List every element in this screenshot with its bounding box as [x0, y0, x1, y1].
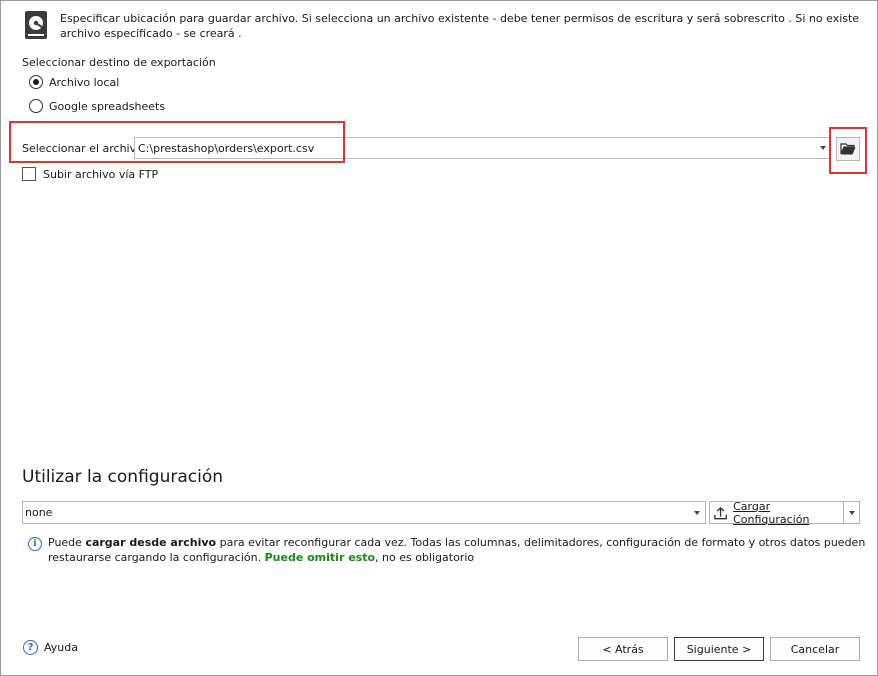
- config-title: Utilizar la configuración: [22, 467, 224, 487]
- load-config-main[interactable]: Cargar Configuración: [710, 499, 843, 526]
- highlight-file-field: [9, 121, 345, 163]
- help-link[interactable]: ? Ayuda: [23, 640, 78, 655]
- cancel-button[interactable]: Cancelar: [770, 637, 860, 661]
- config-info-text: Puede cargar desde archivo para evitar r…: [48, 535, 868, 565]
- radio-local-file[interactable]: Archivo local: [29, 73, 119, 91]
- info-text-part1: Puede: [48, 536, 86, 549]
- help-icon[interactable]: ?: [23, 640, 38, 655]
- highlight-browse-button: [829, 127, 867, 174]
- dropdown-arrow-icon[interactable]: [820, 146, 826, 150]
- info-text-optional: Puede omitir esto: [264, 551, 376, 564]
- hard-drive-icon: [24, 10, 48, 40]
- help-label[interactable]: Ayuda: [44, 641, 78, 654]
- config-combobox[interactable]: none: [22, 501, 706, 524]
- next-button[interactable]: Siguiente >: [674, 637, 764, 661]
- config-selected-value[interactable]: none: [25, 506, 52, 519]
- destination-title: Seleccionar destino de exportación: [22, 56, 216, 69]
- radio-local-file-label: Archivo local: [49, 75, 120, 89]
- ftp-upload-label: Subir archivo vía FTP: [43, 167, 159, 181]
- dropdown-arrow-icon[interactable]: [849, 511, 855, 515]
- info-text-part3: , no es obligatorio: [375, 551, 475, 564]
- header-description: Especificar ubicación para guardar archi…: [60, 12, 860, 40]
- back-button[interactable]: < Atrás: [578, 637, 668, 661]
- radio-unchecked-icon[interactable]: [29, 99, 43, 113]
- load-config-label: Cargar Configuración: [733, 499, 810, 526]
- load-config-button[interactable]: Cargar Configuración: [709, 499, 860, 526]
- radio-checked-icon[interactable]: [29, 75, 43, 89]
- upload-icon: [714, 506, 727, 519]
- radio-google-spreadsheets-label: Google spreadsheets: [49, 99, 166, 113]
- radio-google-spreadsheets[interactable]: Google spreadsheets: [29, 97, 165, 115]
- ftp-upload-checkbox[interactable]: [22, 167, 36, 181]
- ftp-upload-checkbox-row[interactable]: Subir archivo vía FTP: [22, 165, 158, 183]
- dropdown-arrow-icon[interactable]: [694, 511, 700, 515]
- info-text-bold: cargar desde archivo: [85, 536, 217, 549]
- load-config-dropdown[interactable]: [843, 502, 859, 523]
- info-icon: i: [28, 537, 42, 551]
